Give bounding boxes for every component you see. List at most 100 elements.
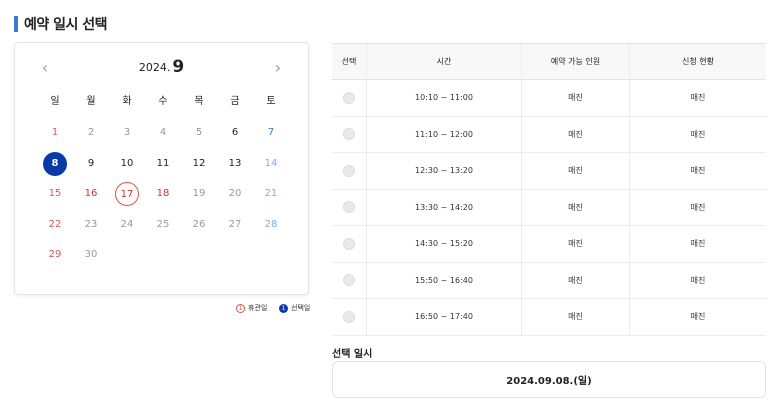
status-cell: 매진 [690,275,706,285]
calendar-day[interactable]: 18 [151,182,175,206]
available-cell: 매진 [522,189,630,225]
calendar-day: 14 [264,157,278,169]
legend-holiday-label: 휴관일 [248,304,268,312]
time-cell: 11:10 ~ 12:00 [367,116,522,152]
holiday-marker: 1 [236,303,245,313]
status-cell: 매진 [690,93,706,103]
calendar-day[interactable]: 17 [115,182,139,206]
timeslot-radio[interactable] [343,91,355,104]
table-row: 10:10 ~ 11:00 매진 매진 [332,80,766,117]
table-row: 13:30 ~ 14:20 매진 매진 [332,189,766,226]
calendar-header: ‹ 2024. 9 › [15,55,308,79]
selected-marker: 1 [279,303,288,313]
calendar-day[interactable]: 16 [79,182,103,206]
calendar-day[interactable]: 13 [223,152,247,176]
calendar-day: 24 [120,218,134,230]
status-cell: 매진 [690,202,706,212]
table-row: 12:30 ~ 13:20 매진 매진 [332,153,766,190]
selected-datetime-value: 2024.09.08.(일) [506,376,592,387]
table-header: 선택 시간 예약 가능 인원 신청 현황 [332,44,766,80]
weekday-label: 월 [86,96,96,107]
calendar-day: 1 [51,127,59,138]
calendar-day: 20 [228,188,242,199]
time-cell: 12:30 ~ 13:20 [367,153,522,189]
weekday-label: 금 [230,96,240,107]
timeslot-radio[interactable] [343,201,355,214]
select-cell [332,299,367,335]
table-row: 11:10 ~ 12:00 매진 매진 [332,116,766,153]
weekday-label: 목 [194,96,204,107]
calendar-day[interactable]: 10 [115,152,139,176]
available-cell: 매진 [522,262,630,298]
select-cell [332,226,367,262]
calendar-day: 29 [48,249,62,260]
table-row: 16:50 ~ 17:40 매진 매진 [332,299,766,336]
calendar-day[interactable]: 6 [223,121,247,145]
timeslot-radio[interactable] [343,274,355,287]
legend-selected-label: 선택일 [291,304,311,312]
calendar-day[interactable]: 9 [79,152,103,176]
calendar-day: 5 [195,127,203,138]
selected-datetime-box: 2024.09.08.(일) [332,361,766,398]
table-row: 14:30 ~ 15:20 매진 매진 [332,226,766,263]
time-cell: 16:50 ~ 17:40 [367,299,522,335]
title-accent-bar [14,16,18,32]
select-cell [332,80,367,116]
header-time: 시간 [367,44,522,79]
calendar-day: 15 [48,188,62,199]
time-cell: 13:30 ~ 14:20 [367,189,522,225]
legend-holiday: 1 휴관일 [236,303,267,313]
calendar-day: 21 [264,188,278,199]
time-cell: 10:10 ~ 11:00 [367,80,522,116]
timeslot-table: 선택 시간 예약 가능 인원 신청 현황 10:10 ~ 11:00 매진 매진 11… [332,43,766,336]
timeslot-radio[interactable] [343,310,355,323]
legend-selected: 1 선택일 [279,303,310,313]
calendar-day: 25 [156,218,170,230]
status-cell: 매진 [690,166,706,176]
calendar-year: 2024. [138,61,171,74]
available-cell: 매진 [522,116,630,152]
table-row: 15:50 ~ 16:40 매진 매진 [332,262,766,299]
calendar-day: 27 [228,218,242,230]
calendar-day-selected[interactable]: 8 [43,151,67,176]
calendar-day: 28 [264,218,278,230]
status-cell: 매진 [690,312,706,322]
calendar-day: 3 [123,127,131,138]
calendar-day[interactable]: 11 [151,152,175,176]
header-select: 선택 [332,44,367,79]
calendar-month-number: 9 [172,57,185,77]
weekday-label: 토 [266,96,276,107]
time-cell: 14:30 ~ 15:20 [367,226,522,262]
calendar-day: 26 [192,218,206,230]
available-cell: 매진 [522,226,630,262]
title-wrap: 예약 일시 선택 [14,14,108,34]
status-cell: 매진 [690,239,706,249]
chevron-right-icon[interactable]: › [266,55,290,79]
header-available: 예약 가능 인원 [522,44,630,79]
weekday-label: 화 [122,96,132,107]
calendar: ‹ 2024. 9 › 일월화수목금토 1 2 3 4 5 6 7 8 9 10 11 12 13 14 15… [14,42,309,295]
calendar-day[interactable]: 12 [187,152,211,176]
header-status: 신청 현황 [682,57,714,66]
timeslot-radio[interactable] [343,128,355,141]
select-cell [332,153,367,189]
available-cell: 매진 [522,80,630,116]
timeslot-radio[interactable] [343,164,355,177]
calendar-day: 2 [87,127,95,138]
selected-datetime-label: 선택 일시 [332,349,373,360]
calendar-day[interactable]: 7 [259,121,283,145]
weekday-label: 일 [50,96,60,107]
table-body: 10:10 ~ 11:00 매진 매진 11:10 ~ 12:00 매진 매진 12:30 … [332,80,766,336]
select-cell [332,262,367,298]
time-cell: 15:50 ~ 16:40 [367,262,522,298]
select-cell [332,116,367,152]
select-cell [332,189,367,225]
timeslot-radio[interactable] [343,237,355,250]
calendar-day: 4 [159,127,167,138]
calendar-day: 22 [48,218,62,230]
calendar-month: 2024. 9 [15,55,308,80]
available-cell: 매진 [522,153,630,189]
calendar-day: 19 [192,188,206,199]
weekday-label: 수 [158,96,168,107]
status-cell: 매진 [690,129,706,139]
